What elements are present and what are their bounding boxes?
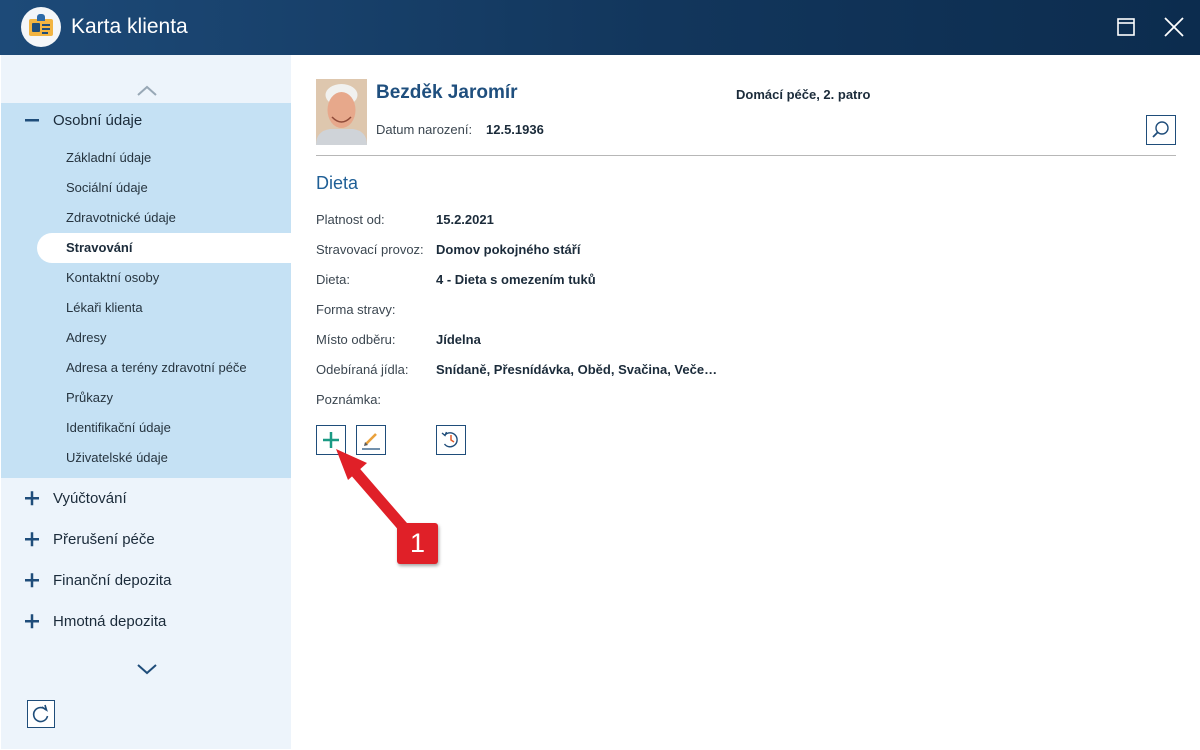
annotation-badge: 1 — [397, 523, 438, 564]
annotation-arrow — [336, 449, 410, 534]
